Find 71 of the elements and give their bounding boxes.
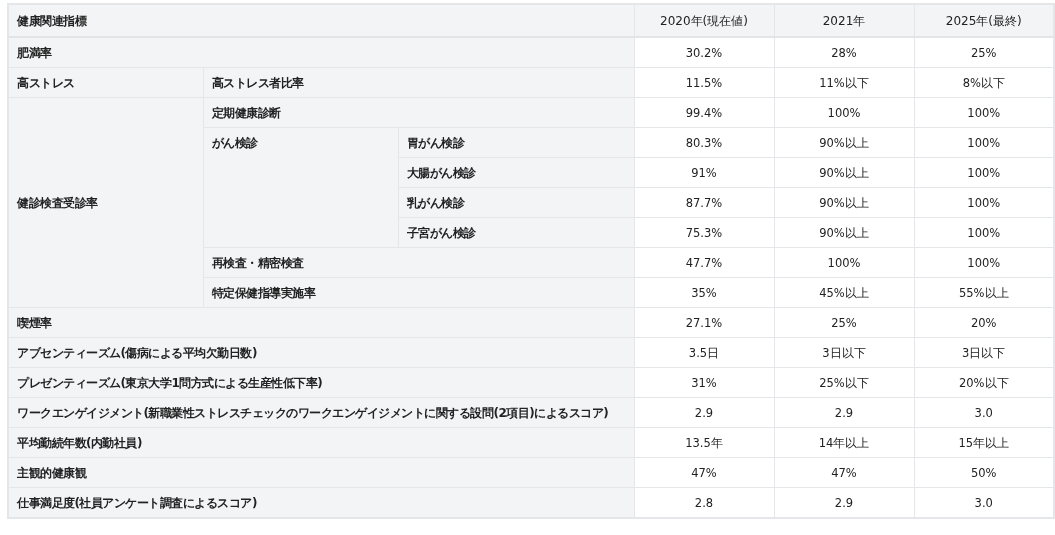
row-header: 子宮がん検診 (398, 217, 634, 248)
table-cell: 3日以下 (774, 337, 914, 368)
table-cell: 28% (774, 37, 914, 68)
column-header: 2025年(最終) (914, 4, 1054, 37)
table-cell: 91% (634, 157, 774, 188)
table-cell: 35% (634, 277, 774, 308)
column-header: 健康関連指標 (8, 4, 634, 37)
table-cell: 100% (774, 97, 914, 128)
table-cell: 3日以下 (914, 337, 1054, 368)
row-header: 主観的健康観 (8, 457, 634, 488)
row-header: 平均勤続年数(内勤社員) (8, 427, 634, 458)
row-header: ワークエンゲイジメント(新職業性ストレスチェックのワークエンゲイジメントに関する設問(2項目)によるスコア) (8, 397, 634, 428)
table-cell: 25%以下 (774, 367, 914, 398)
table-cell: 3.0 (914, 397, 1054, 428)
table-cell: 25% (914, 37, 1054, 68)
table-cell: 100% (914, 187, 1054, 218)
table-cell: 47% (774, 457, 914, 488)
table-cell: 3.0 (914, 487, 1054, 518)
table-cell: 99.4% (634, 97, 774, 128)
row-header: 高ストレス (8, 67, 203, 98)
table-cell: 47% (634, 457, 774, 488)
row-header: プレゼンティーズム(東京大学1問方式による生産性低下率) (8, 367, 634, 398)
column-header: 2021年 (774, 4, 914, 37)
table-cell: 13.5年 (634, 427, 774, 458)
table-cell: 31% (634, 367, 774, 398)
table-cell: 3.5日 (634, 337, 774, 368)
table-cell: 80.3% (634, 127, 774, 158)
table-cell: 8%以下 (914, 67, 1054, 98)
table-cell: 100% (914, 217, 1054, 248)
table-cell: 2.9 (774, 397, 914, 428)
table-cell: 50% (914, 457, 1054, 488)
row-header: 大腸がん検診 (398, 157, 634, 188)
table-cell: 55%以上 (914, 277, 1054, 308)
table-cell: 87.7% (634, 187, 774, 218)
table-cell: 20% (914, 307, 1054, 338)
table-cell: 75.3% (634, 217, 774, 248)
row-header: アブセンティーズム(傷病による平均欠勤日数) (8, 337, 634, 368)
row-header: 高ストレス者比率 (203, 67, 634, 98)
row-header: 乳がん検診 (398, 187, 634, 218)
table-cell: 90%以上 (774, 157, 914, 188)
table-cell: 14年以上 (774, 427, 914, 458)
row-header: 胃がん検診 (398, 127, 634, 158)
table-cell: 100% (914, 157, 1054, 188)
row-header: がん検診 (203, 127, 398, 248)
table-cell: 11%以下 (774, 67, 914, 98)
table-cell: 30.2% (634, 37, 774, 68)
row-header: 喫煙率 (8, 307, 634, 338)
table-cell: 100% (914, 247, 1054, 278)
table-cell: 2.9 (634, 397, 774, 428)
table-cell: 90%以上 (774, 127, 914, 158)
row-header: 再検査・精密検査 (203, 247, 634, 278)
table-cell: 47.7% (634, 247, 774, 278)
table-cell: 11.5% (634, 67, 774, 98)
table-cell: 20%以下 (914, 367, 1054, 398)
table-cell: 15年以上 (914, 427, 1054, 458)
table-cell: 90%以上 (774, 187, 914, 218)
row-header: 特定保健指導実施率 (203, 277, 634, 308)
table-cell: 90%以上 (774, 217, 914, 248)
row-header: 仕事満足度(社員アンケート調査によるスコア) (8, 487, 634, 518)
column-header: 2020年(現在値) (634, 4, 774, 37)
table-cell: 2.8 (634, 487, 774, 518)
table-cell: 25% (774, 307, 914, 338)
table-cell: 27.1% (634, 307, 774, 338)
table-cell: 100% (914, 97, 1054, 128)
table-cell: 100% (774, 247, 914, 278)
row-header: 肥満率 (8, 37, 634, 68)
table-cell: 45%以上 (774, 277, 914, 308)
row-header: 定期健康診断 (203, 97, 634, 128)
row-header: 健診検査受診率 (8, 97, 203, 308)
table-cell: 100% (914, 127, 1054, 158)
table-cell: 2.9 (774, 487, 914, 518)
